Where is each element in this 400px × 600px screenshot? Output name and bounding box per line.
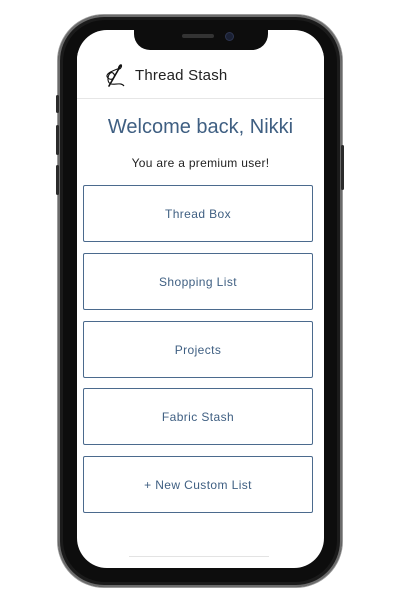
premium-status-text: You are a premium user! (131, 156, 270, 170)
projects-button[interactable]: Projects (83, 321, 313, 378)
power-button (341, 145, 344, 190)
front-camera (226, 33, 233, 40)
volume-down-button (56, 165, 59, 195)
thread-box-button[interactable]: Thread Box (83, 185, 313, 242)
app-title: Thread Stash (135, 66, 228, 84)
app-screen: Thread Stash Welcome back, Nikki You are… (77, 30, 324, 568)
welcome-heading: Welcome back, Nikki (107, 116, 294, 138)
divider (129, 556, 269, 557)
new-custom-list-button[interactable]: + New Custom List (83, 456, 313, 513)
needle-thread-icon[interactable] (101, 62, 127, 88)
shopping-list-button[interactable]: Shopping List (83, 253, 313, 310)
notch (134, 30, 268, 50)
app-header: Thread Stash (77, 52, 324, 99)
speaker-grille (182, 34, 214, 38)
volume-up-button (56, 125, 59, 155)
fabric-stash-button[interactable]: Fabric Stash (83, 388, 313, 445)
mute-switch (56, 95, 59, 113)
